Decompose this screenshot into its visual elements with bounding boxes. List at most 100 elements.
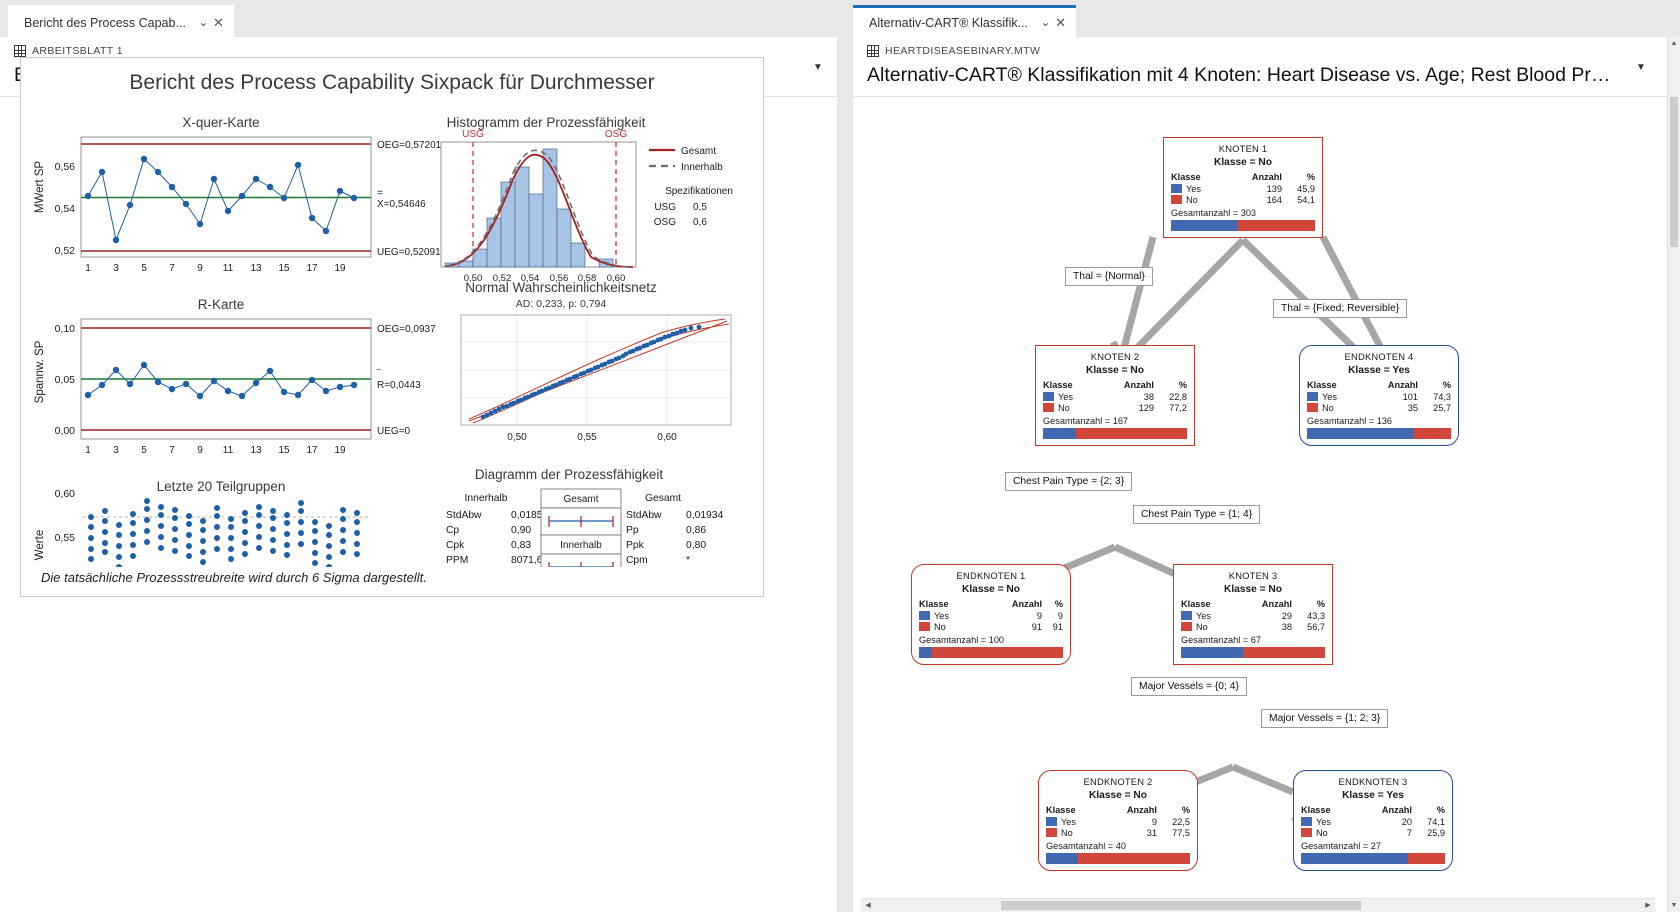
svg-text:USG: USG (654, 202, 676, 213)
svg-text:19: 19 (334, 263, 346, 274)
xbar-ucl-label: OEG=0,57201 (377, 140, 442, 151)
breadcrumb-label: HEARTDISEASEBINARY.MTW (885, 45, 1041, 57)
legend-swatch-yes (1301, 816, 1312, 826)
svg-text:OSG: OSG (605, 129, 627, 140)
node-distribution-bar (1301, 853, 1445, 864)
split-label-2[interactable]: Chest Pain Type = {2; 3} (1005, 472, 1133, 491)
node-class: Klasse = No (1223, 584, 1283, 595)
svg-text:0,55: 0,55 (577, 432, 597, 443)
right-tabstrip: Alternativ-CART® Klassifik... ⌄ ✕ (845, 0, 1680, 37)
node-class: Klasse = Yes (1342, 790, 1404, 801)
tree-node-knoten-1[interactable]: KNOTEN 1 Klasse = No Klasse Anzahl% Yes 139 45… (1163, 137, 1323, 238)
node-distribution-bar (1181, 647, 1325, 658)
legend-spec-header: Spezifikationen (665, 186, 733, 197)
node-table: Klasse Anzahl% Yes 9 9 No 91 91 (919, 599, 1063, 632)
scroll-up-arrow-icon[interactable]: ▲ (1668, 37, 1680, 50)
col-klasse: Klasse (1181, 599, 1211, 609)
node-id: KNOTEN 1 (1218, 143, 1268, 154)
scroll-right-arrow-icon[interactable]: ▶ (1641, 899, 1655, 912)
split-label-3[interactable]: Chest Pain Type = {1; 4} (1133, 505, 1261, 524)
col-anzahl: Anzahl (1011, 599, 1043, 609)
title-divider (853, 96, 1674, 97)
svg-text:1: 1 (85, 263, 91, 274)
tree-node-knoten-3[interactable]: KNOTEN 3 Klasse = No Klasse Anzahl% Yes 29 43,… (1173, 564, 1333, 665)
worksheet-grid-icon (867, 45, 879, 57)
vertical-scrollbar[interactable]: ▲ ▼ (1667, 37, 1680, 912)
capability-right-header: Gesamt (645, 493, 681, 504)
svg-text:3: 3 (113, 263, 119, 274)
tree-node-endknoten-1[interactable]: ENDKNOTEN 1 Klasse = No Klasse Anzahl% Yes 9 9… (911, 564, 1071, 665)
col-pct: % (1054, 599, 1063, 609)
svg-text:0,50: 0,50 (507, 432, 527, 443)
svg-text:0,54: 0,54 (55, 203, 76, 215)
svg-text:9: 9 (197, 445, 203, 456)
worksheet-grid-icon (14, 45, 26, 57)
col-anzahl: Anzahl (1261, 599, 1292, 609)
node-table: Klasse Anzahl% Yes 20 74,1 No 7 25,9 (1301, 805, 1445, 838)
svg-text:Pp: Pp (626, 525, 639, 536)
svg-text:0,5: 0,5 (693, 202, 707, 213)
tab-sixpack-report[interactable]: Bericht des Process Capab... ⌄ ✕ (8, 5, 234, 37)
scroll-down-arrow-icon[interactable]: ▼ (1668, 899, 1680, 912)
node-class: Klasse = No (961, 584, 1021, 595)
left-tabstrip: Bericht des Process Capab... ⌄ ✕ (0, 0, 845, 37)
svg-text:0,83: 0,83 (511, 540, 531, 551)
right-doc-header: HEARTDISEASEBINARY.MTW Alternativ-CART® … (853, 37, 1674, 87)
split-label-0[interactable]: Thal = {Normal} (1065, 267, 1153, 286)
chevron-down-icon[interactable]: ⌄ (1038, 15, 1053, 30)
node-row: Yes 29 43,3 (1181, 610, 1325, 621)
tree-node-knoten-2[interactable]: KNOTEN 2 Klasse = No Klasse Anzahl% Yes 38 22,… (1035, 345, 1195, 446)
xbar-center-label: X=0,54646 (377, 199, 426, 210)
node-class: Klasse = No (1213, 157, 1273, 168)
svg-text:0,90: 0,90 (511, 525, 531, 536)
tab-cart-classification[interactable]: Alternativ-CART® Klassifik... ⌄ ✕ (853, 5, 1077, 37)
node-distribution-bar (1043, 428, 1187, 439)
close-icon[interactable]: ✕ (211, 15, 226, 30)
breadcrumb-label: ARBEITSBLATT 1 (32, 45, 123, 57)
chart-title-last20: Letzte 20 Teilgruppen (157, 479, 286, 494)
node-total: Gesamtanzahl = 40 (1046, 841, 1126, 851)
tree-node-endknoten-4[interactable]: ENDKNOTEN 4 Klasse = Yes Klasse Anzahl% Yes 1… (1299, 345, 1459, 446)
chart-title-histogram: Histogramm der Prozessfähigkeit (447, 115, 646, 130)
report-footnote: Die tatsächliche Prozessstreubreite wird… (41, 570, 427, 585)
col-anzahl: Anzahl (1126, 805, 1157, 815)
chevron-down-icon[interactable]: ⌄ (196, 15, 211, 30)
tree-node-endknoten-2[interactable]: ENDKNOTEN 2 Klasse = No Klasse Anzahl% Yes 9 2… (1038, 770, 1198, 871)
left-output-pane: Bericht des Process Capab... ⌄ ✕ ARBEITS… (0, 0, 845, 912)
report-title: Bericht des Process Capability Sixpack f… (129, 71, 655, 94)
col-anzahl: Anzahl (1251, 172, 1282, 182)
split-label-4[interactable]: Major Vessels = {0; 4} (1131, 677, 1247, 696)
svg-text:9: 9 (197, 263, 203, 274)
svg-text:‾: ‾ (376, 368, 381, 380)
collapse-chevron-down-icon[interactable]: ▼ (809, 59, 827, 77)
svg-text:0,60: 0,60 (55, 488, 76, 500)
right-output-pane: Alternativ-CART® Klassifik... ⌄ ✕ HEARTD… (845, 0, 1680, 912)
collapse-chevron-down-icon[interactable]: ▼ (1632, 59, 1650, 77)
svg-text:13: 13 (250, 263, 262, 274)
node-table: Klasse Anzahl% Yes 101 74,3 No 35 25,7 (1307, 380, 1451, 413)
horizontal-scrollbar[interactable]: ◀ ▶ (861, 898, 1655, 912)
legend-swatch-yes (1046, 816, 1057, 826)
cart-tree-viewport[interactable]: KNOTEN 1 Klasse = No Klasse Anzahl% Yes 139 45… (853, 127, 1674, 890)
svg-text:0,80: 0,80 (686, 540, 706, 551)
node-id: ENDKNOTEN 4 (1344, 351, 1414, 362)
split-label-1[interactable]: Thal = {Fixed; Reversible} (1273, 299, 1408, 318)
capability-interval-panels: Gesamt Innerhalb S (540, 488, 622, 628)
tree-node-endknoten-3[interactable]: ENDKNOTEN 3 Klasse = Yes Klasse Anzahl% Yes 2… (1293, 770, 1453, 871)
tab-label: Alternativ-CART® Klassifik... (869, 15, 1029, 30)
hscroll-thumb[interactable] (1001, 901, 1361, 910)
col-klasse: Klasse (1046, 805, 1076, 815)
node-row: No 7 25,9 (1301, 827, 1445, 838)
node-total: Gesamtanzahl = 27 (1301, 841, 1381, 851)
split-label-5[interactable]: Major Vessels = {1; 2; 3} (1261, 709, 1389, 728)
svg-text:0,05: 0,05 (55, 374, 76, 386)
node-row: Yes 9 22,5 (1046, 816, 1190, 827)
chart-title-npp: Normal Wahrscheinlichkeitsnetz (465, 280, 657, 295)
legend-swatch-yes (919, 610, 930, 620)
chart-title-capability: Diagramm der Prozessfähigkeit (475, 467, 664, 482)
vscroll-thumb[interactable] (1670, 97, 1678, 247)
scroll-left-arrow-icon[interactable]: ◀ (861, 899, 875, 912)
col-pct: % (1306, 172, 1315, 182)
left-document: ARBEITSBLATT 1 Bericht des Process Capab… (0, 37, 837, 912)
close-icon[interactable]: ✕ (1053, 15, 1068, 30)
